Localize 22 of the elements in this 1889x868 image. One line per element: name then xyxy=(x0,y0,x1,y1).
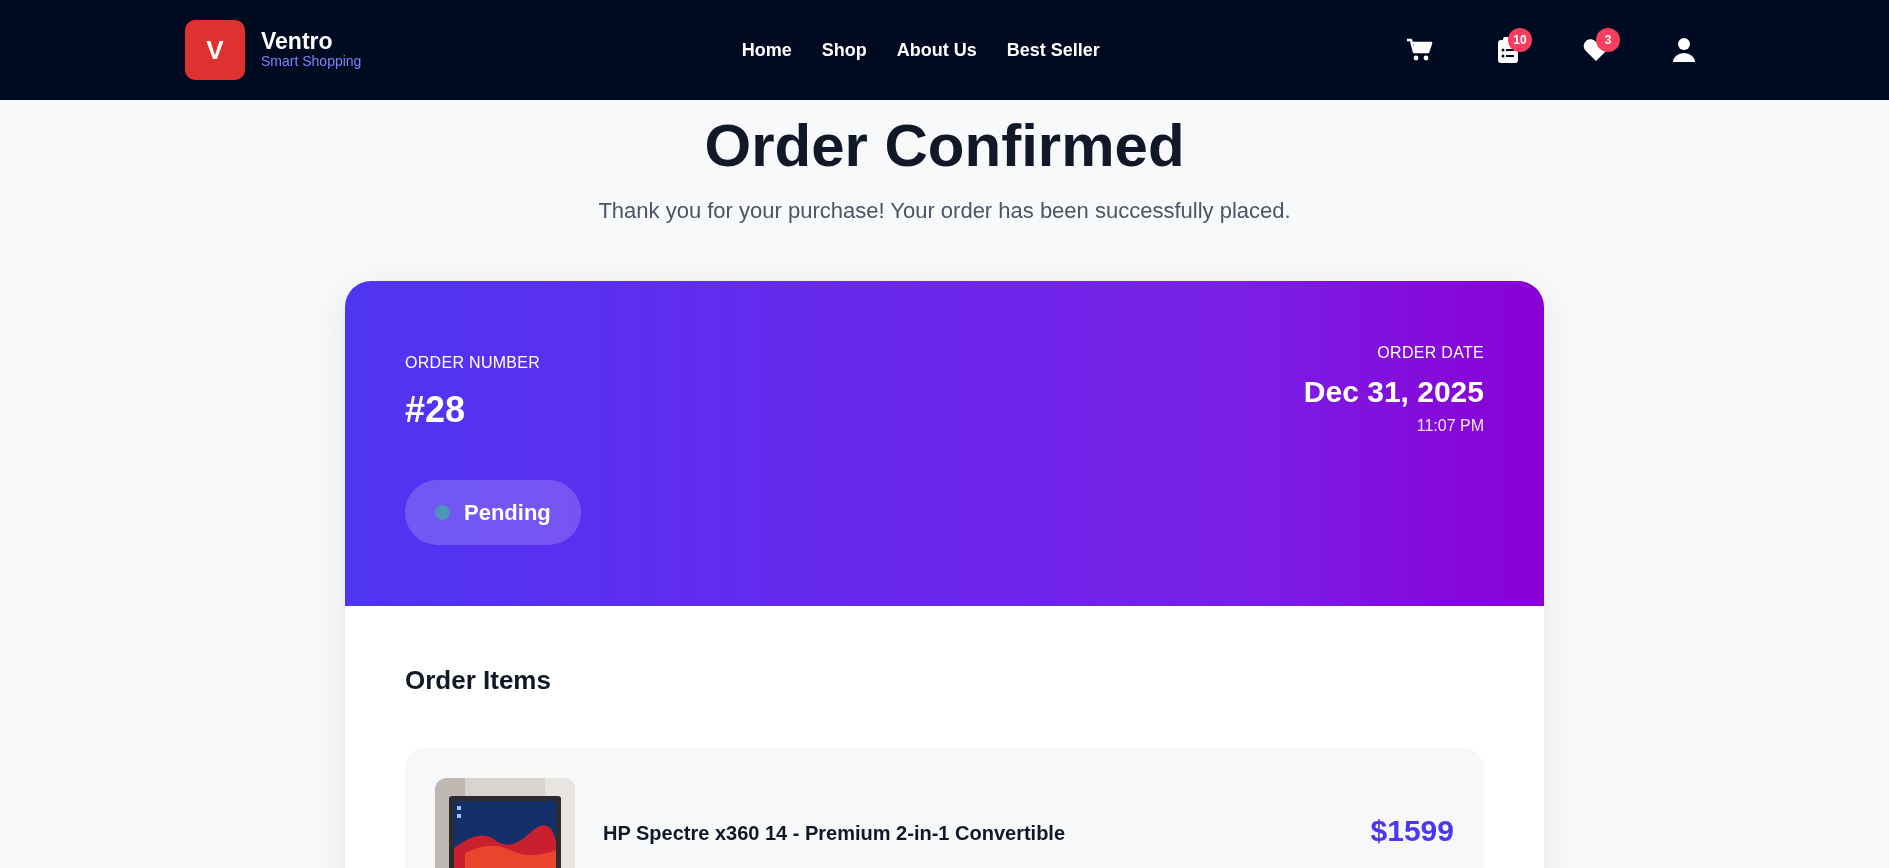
product-name: HP Spectre x360 14 - Premium 2-in-1 Convertible xyxy=(603,821,1067,846)
nav-link[interactable]: Best Seller xyxy=(1006,36,1100,64)
cart-icon xyxy=(1406,38,1434,62)
count-badge: 3 xyxy=(1596,28,1620,52)
page-title: Order Confirmed xyxy=(703,111,1186,181)
brand-tagline: Smart Shopping xyxy=(261,53,362,70)
order-number-label: ORDER NUMBER xyxy=(405,353,541,373)
brand-name: Ventro xyxy=(261,30,334,54)
order-date: Dec 31, 2025 xyxy=(1303,374,1484,410)
order-number: #28 xyxy=(405,388,467,432)
count-badge: 10 xyxy=(1508,28,1532,52)
order-time: 11:07 PM xyxy=(1415,416,1484,436)
user-icon xyxy=(1673,38,1695,62)
product-price: $1599 xyxy=(1370,813,1454,849)
nav-link[interactable]: About Us xyxy=(896,36,977,64)
page-subtitle: Thank you for your purchase! Your order has been successfully placed. xyxy=(597,197,1292,225)
nav-link[interactable]: Home xyxy=(741,36,792,64)
order-date-label: ORDER DATE xyxy=(1376,343,1484,363)
status-pill: Pending xyxy=(405,480,581,545)
logo[interactable]: V xyxy=(185,20,245,80)
nav-link[interactable]: Shop xyxy=(821,36,867,64)
section-title: Order Items xyxy=(405,664,552,697)
